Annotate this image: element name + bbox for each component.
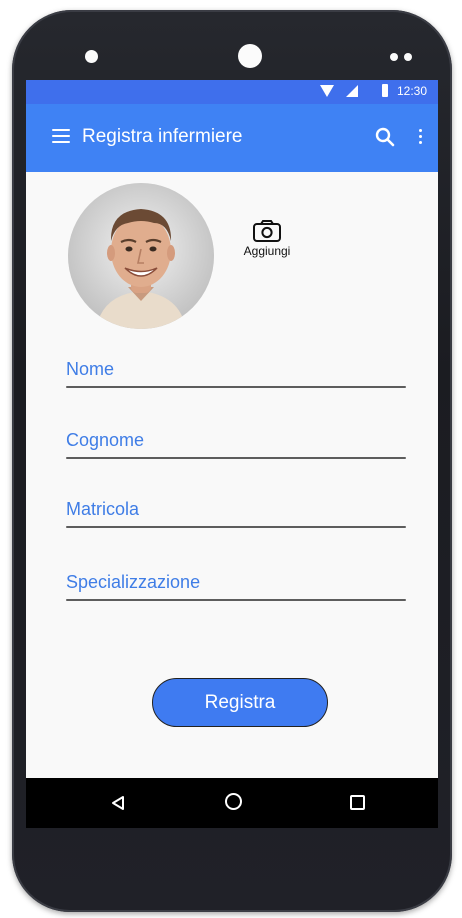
field-underline	[66, 526, 406, 528]
field-underline	[66, 457, 406, 459]
signal-icon	[346, 85, 358, 97]
search-icon[interactable]	[374, 126, 396, 148]
name-field-label: Nome	[66, 359, 115, 379]
recents-icon[interactable]	[350, 795, 365, 810]
field-underline	[66, 386, 406, 388]
page-title: Registra infermiere	[82, 126, 243, 147]
more-vert-icon[interactable]	[418, 129, 424, 147]
navigation-bar	[26, 778, 438, 828]
badge-number-field[interactable]: Matricola	[66, 487, 406, 528]
wifi-icon	[320, 85, 334, 97]
camera-icon	[253, 220, 281, 242]
sensor-dot	[390, 53, 398, 61]
menu-icon[interactable]	[52, 129, 70, 145]
sensor-dot	[404, 53, 412, 61]
surname-field[interactable]: Cognome	[66, 418, 406, 459]
app-bar: Registra infermiere	[26, 104, 438, 172]
status-time: 12:30	[397, 84, 428, 98]
sensor-dot	[85, 50, 98, 63]
name-field[interactable]: Nome	[66, 348, 406, 388]
status-bar: 12:30	[26, 80, 438, 104]
battery-icon	[382, 84, 388, 97]
surname-field-label: Cognome	[66, 430, 145, 450]
specialization-field[interactable]: Specializzazione	[66, 558, 406, 601]
field-underline	[66, 599, 406, 601]
badge-number-field-label: Matricola	[66, 499, 140, 519]
back-icon[interactable]	[110, 795, 126, 811]
add-photo-label: Aggiungi	[243, 244, 291, 258]
home-icon[interactable]	[225, 793, 242, 810]
register-button[interactable]: Registra	[152, 678, 328, 727]
specialization-field-label: Specializzazione	[66, 572, 201, 592]
add-photo-button[interactable]: Aggiungi	[230, 219, 304, 258]
front-camera	[238, 44, 262, 68]
avatar-photo	[68, 183, 214, 329]
avatar[interactable]	[68, 183, 214, 329]
screen: 12:30 Registra infermiere Aggiungi Nome …	[26, 80, 438, 828]
